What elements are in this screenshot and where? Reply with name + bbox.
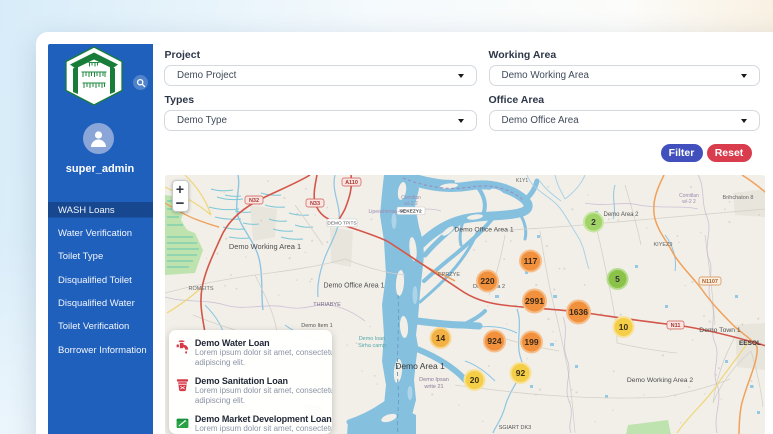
svg-text:Sirha camp: Sirha camp bbox=[358, 343, 386, 349]
svg-text:write 21: write 21 bbox=[423, 384, 443, 390]
svg-text:EPRZYE: EPRZYE bbox=[437, 272, 459, 278]
svg-text:10: 10 bbox=[618, 322, 628, 332]
svg-text:Demo loan: Demo loan bbox=[358, 336, 385, 342]
svg-text:117: 117 bbox=[523, 256, 537, 266]
svg-text:DEMO TPITS: DEMO TPITS bbox=[327, 221, 356, 227]
svg-text:N1107: N1107 bbox=[702, 279, 718, 285]
svg-text:N33: N33 bbox=[309, 201, 319, 207]
svg-text:5: 5 bbox=[615, 274, 620, 284]
svg-text:Demo Working Area 1: Demo Working Area 1 bbox=[228, 242, 300, 251]
svg-text:Demo Working Area 2: Demo Working Area 2 bbox=[626, 377, 693, 384]
svg-text:2: 2 bbox=[591, 217, 596, 227]
svg-text:Demo Item 1: Demo Item 1 bbox=[301, 323, 332, 329]
svg-text:20: 20 bbox=[469, 375, 479, 385]
svg-text:EESOL: EESOL bbox=[738, 340, 760, 347]
svg-text:ROMEITS: ROMEITS bbox=[188, 286, 213, 292]
svg-text:Lipeoshersia 4-2: Lipeoshersia 4-2 bbox=[368, 209, 405, 215]
svg-text:N32: N32 bbox=[248, 198, 258, 204]
svg-text:w/-2 2: w/-2 2 bbox=[404, 201, 418, 207]
svg-text:Demo Town 1: Demo Town 1 bbox=[699, 327, 741, 334]
svg-text:1636: 1636 bbox=[569, 307, 588, 317]
svg-text:THRIABYE: THRIABYE bbox=[313, 302, 341, 308]
svg-text:w/-2 2: w/-2 2 bbox=[682, 199, 696, 205]
svg-text:K1Y1: K1Y1 bbox=[515, 178, 527, 184]
svg-text:92: 92 bbox=[515, 368, 525, 378]
svg-text:199: 199 bbox=[524, 337, 538, 347]
svg-text:Demo Ipsan: Demo Ipsan bbox=[419, 377, 449, 383]
svg-text:N11: N11 bbox=[670, 323, 680, 329]
svg-text:Demo Office Area 1: Demo Office Area 1 bbox=[454, 227, 513, 234]
svg-text:Brihchaton 8: Brihchaton 8 bbox=[722, 195, 753, 201]
svg-text:Demo Office Area 1: Demo Office Area 1 bbox=[323, 283, 384, 290]
svg-text:A110: A110 bbox=[345, 180, 358, 186]
svg-text:2991: 2991 bbox=[525, 296, 544, 306]
svg-text:924: 924 bbox=[487, 336, 501, 346]
svg-text:Demo Area 2: Demo Area 2 bbox=[603, 212, 639, 218]
svg-text:Demo Area 1: Demo Area 1 bbox=[395, 361, 445, 371]
svg-text:KIYEZ9: KIYEZ9 bbox=[653, 242, 672, 248]
svg-text:14: 14 bbox=[435, 333, 445, 343]
svg-text:SGIART DK3: SGIART DK3 bbox=[498, 425, 531, 431]
svg-text:220: 220 bbox=[480, 276, 494, 286]
